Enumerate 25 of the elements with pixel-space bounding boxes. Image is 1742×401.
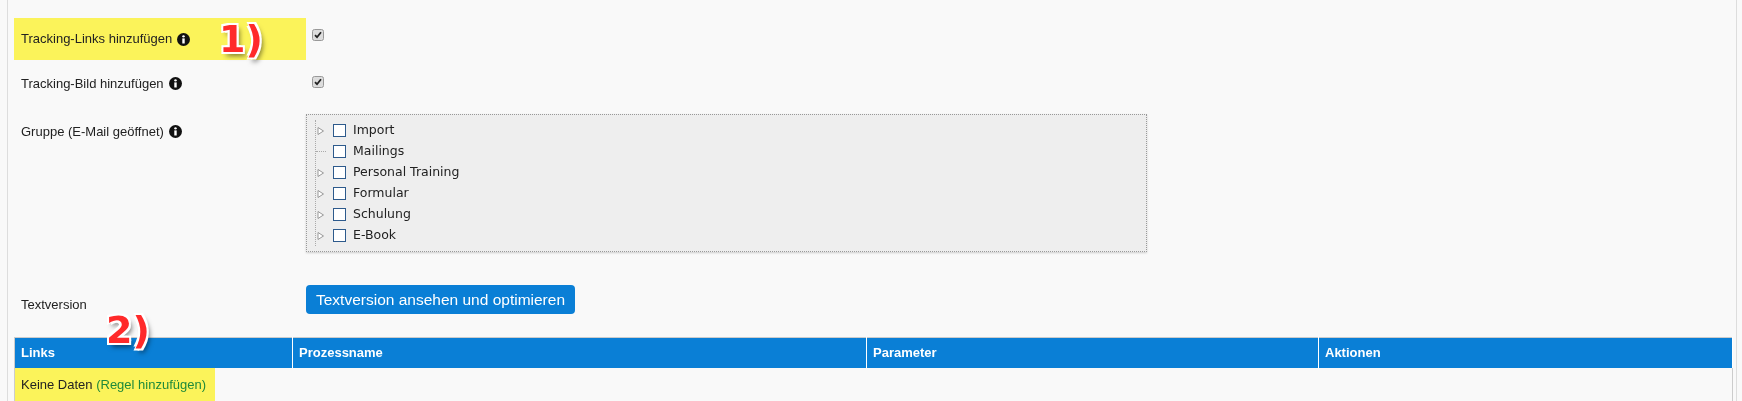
add-rule-link[interactable]: (Regel hinzufügen) xyxy=(96,376,207,392)
column-header: Aktionen xyxy=(1318,337,1733,368)
column-header: Prozessname xyxy=(292,337,867,368)
checkbox[interactable] xyxy=(333,124,346,137)
annotation-number: 1) xyxy=(219,20,263,58)
checkbox[interactable] xyxy=(333,145,346,158)
checkbox[interactable] xyxy=(333,166,346,179)
field-label: Gruppe (E-Mail geöffnet) xyxy=(21,123,164,141)
checkbox[interactable] xyxy=(312,75,324,88)
tree-item[interactable]: Formular xyxy=(353,184,409,203)
checkbox[interactable] xyxy=(312,28,324,41)
checkbox[interactable] xyxy=(333,187,346,200)
tree-item[interactable]: Personal Training xyxy=(353,163,460,182)
column-header: Parameter xyxy=(866,337,1319,368)
field-label: Textversion xyxy=(21,296,87,314)
checkbox[interactable] xyxy=(333,208,346,221)
tree-item[interactable]: Import xyxy=(353,121,395,140)
tree-item[interactable]: Mailings xyxy=(353,142,405,161)
tree-item[interactable]: Schulung xyxy=(353,205,411,224)
checkbox[interactable] xyxy=(333,229,346,242)
field-label: Tracking-Links hinzufügen xyxy=(21,30,173,49)
empty-message: Keine Daten (Regel hinzufügen) xyxy=(15,367,215,401)
text-version-button[interactable]: Textversion ansehen und optimieren xyxy=(306,285,575,315)
tree-item[interactable]: E-Book xyxy=(353,226,397,245)
field-label: Tracking-Bild hinzufügen xyxy=(21,75,164,93)
